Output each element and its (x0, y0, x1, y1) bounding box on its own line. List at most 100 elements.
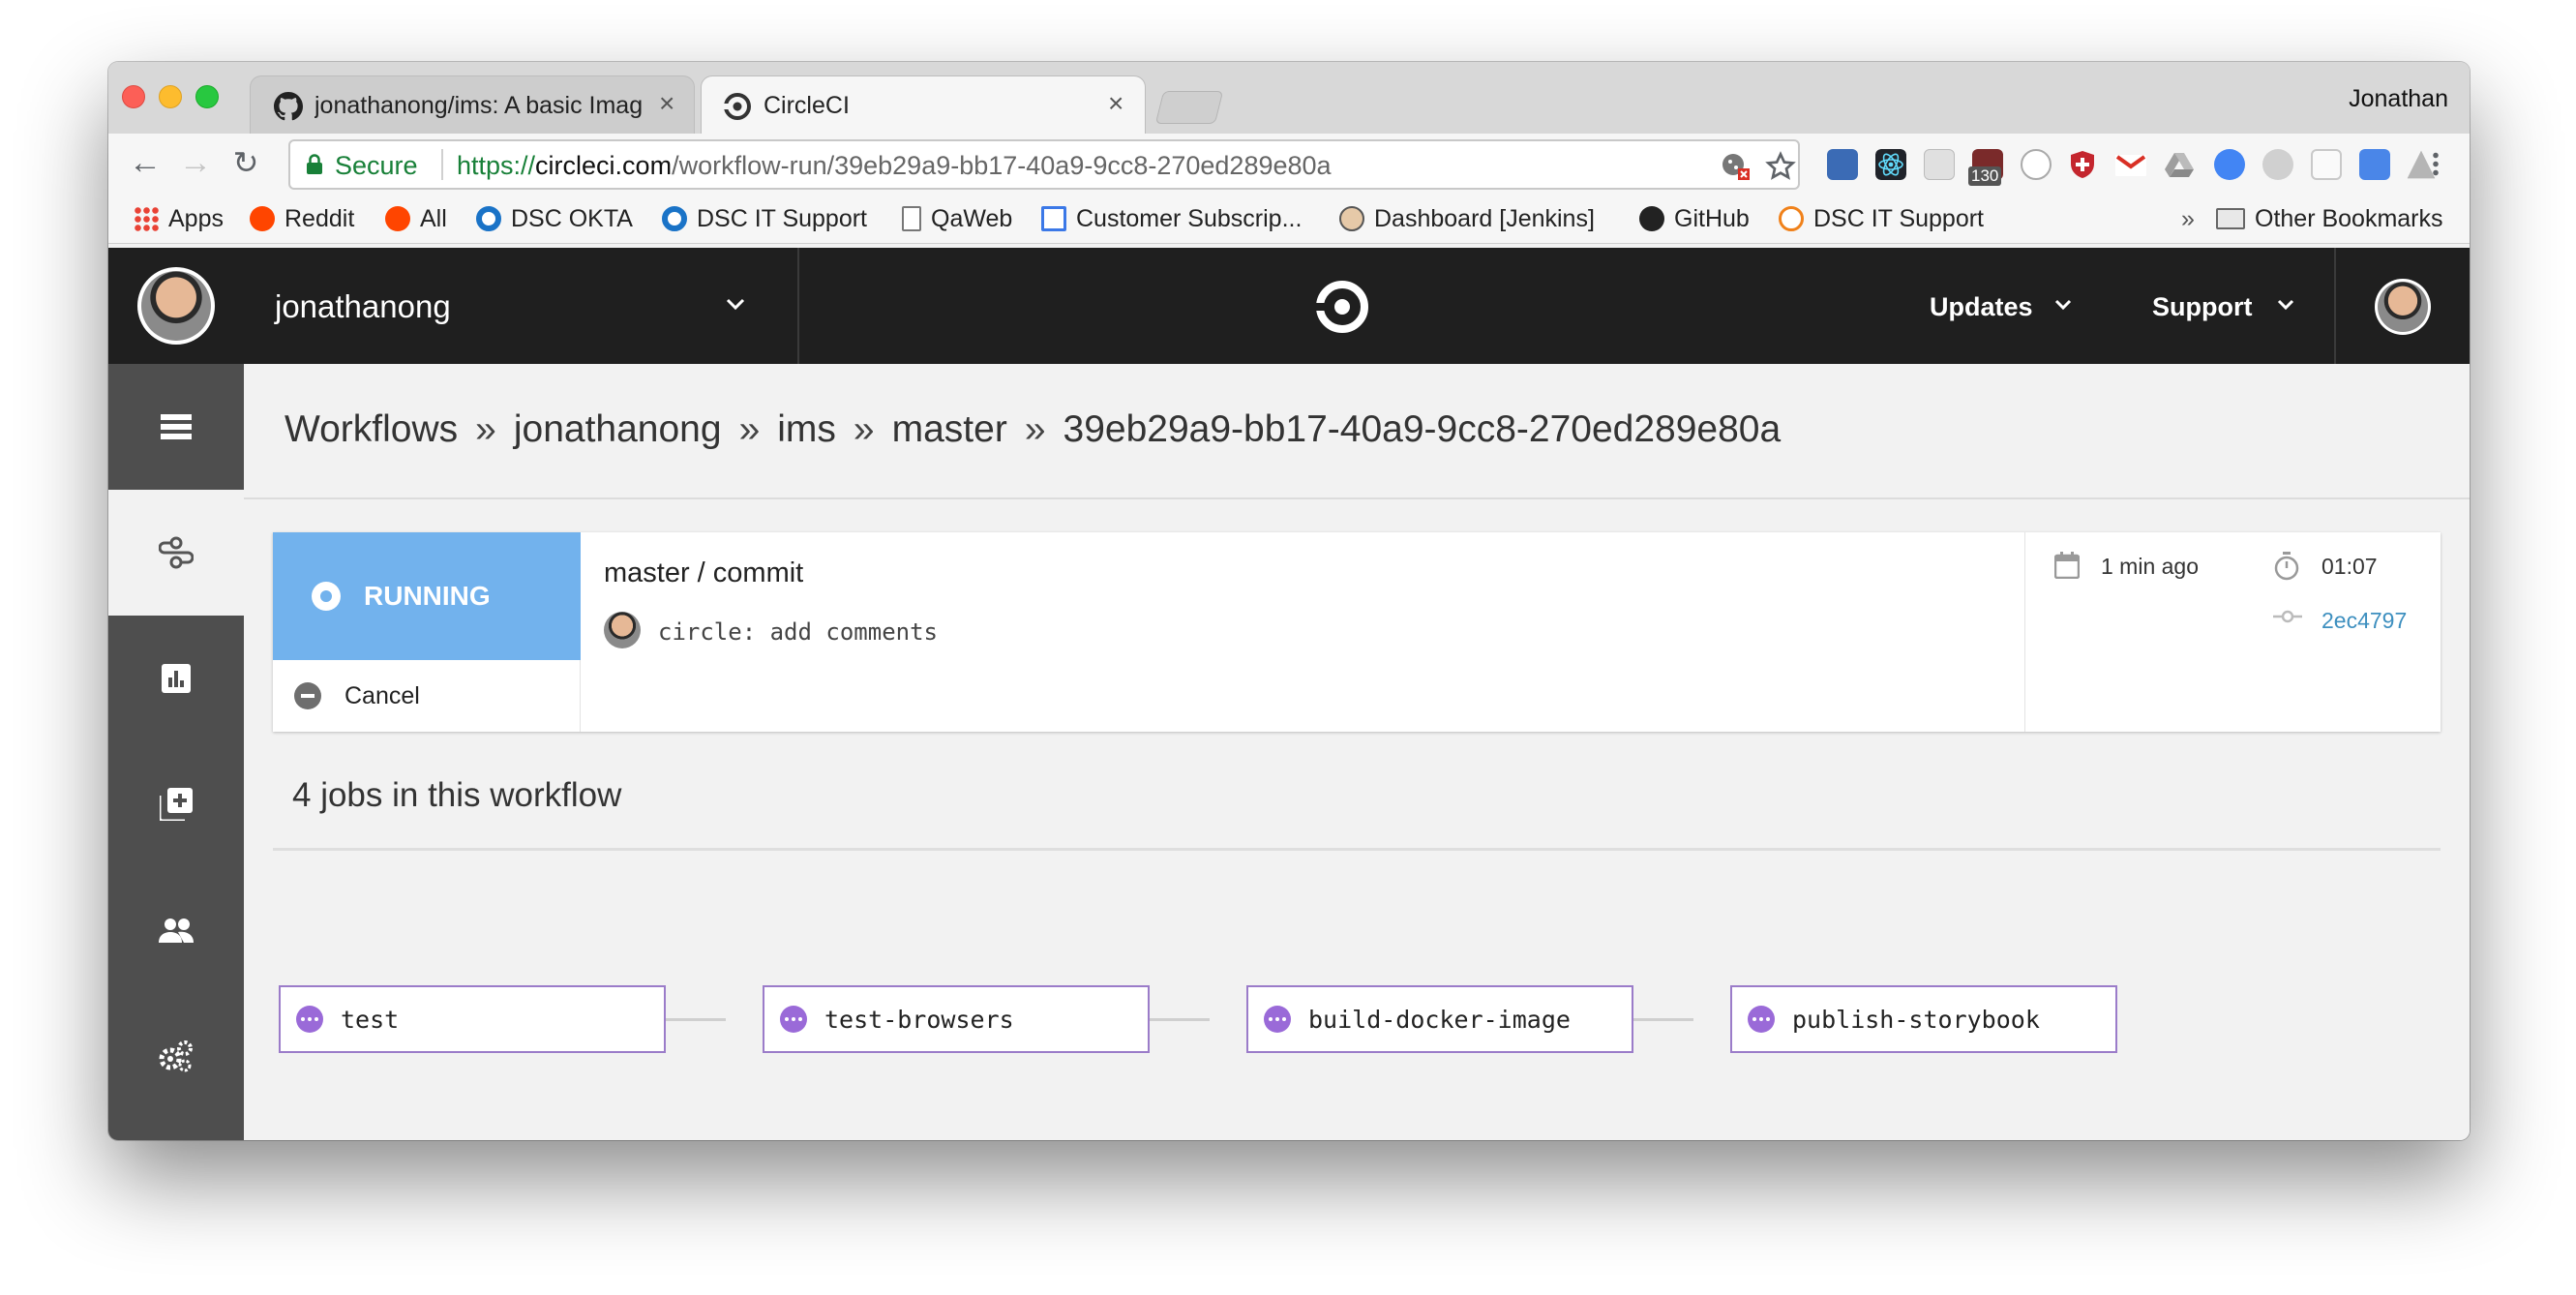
forward-arrow-icon[interactable]: → (176, 143, 215, 182)
extension-icon[interactable] (2359, 149, 2390, 180)
job-name: publish-storybook (1792, 1005, 2040, 1034)
json-extension-icon[interactable] (2021, 149, 2052, 180)
back-arrow-icon[interactable]: ← (126, 143, 165, 182)
bookmark-all[interactable]: All (385, 203, 447, 234)
commit-hash-link[interactable]: 2ec4797 (2321, 608, 2407, 634)
cookie-blocked-icon[interactable] (1721, 151, 1752, 182)
avatar (2378, 282, 2428, 332)
table-icon (1041, 206, 1066, 231)
extension-icon[interactable] (1924, 149, 1955, 180)
tab-title: CircleCI (764, 92, 850, 119)
close-window-button[interactable] (122, 85, 145, 108)
other-bookmarks[interactable]: Other Bookmarks (2216, 203, 2443, 234)
shield-extension-icon[interactable] (2067, 149, 2098, 180)
bookmark-github[interactable]: GitHub (1639, 203, 1750, 234)
sidebar-item-add-projects[interactable] (108, 741, 244, 867)
secure-label: Secure (335, 151, 418, 180)
tab-strip: jonathanong/ims: A basic Imag × CircleCI… (108, 62, 2470, 136)
download-extension-icon[interactable] (1827, 149, 1858, 180)
minimize-window-button[interactable] (159, 85, 182, 108)
browser-window: jonathanong/ims: A basic Imag × CircleCI… (108, 62, 2470, 1140)
status-badge[interactable]: RUNNING (273, 532, 581, 660)
tab-circleci[interactable]: CircleCI × (701, 75, 1146, 136)
job-publish-storybook[interactable]: publish-storybook (1730, 985, 2117, 1053)
breadcrumb-project[interactable]: ims (777, 408, 836, 450)
bookmark-jenkins[interactable]: Dashboard [Jenkins] (1339, 203, 1595, 234)
tracker-extension-icon[interactable]: 130 (1968, 149, 2003, 186)
divider (2334, 248, 2336, 364)
workflow-meta: 1 min ago 01:07 2ec4797 (2024, 532, 2441, 732)
avatar (141, 271, 211, 341)
branch-commit-link[interactable]: master / commit (604, 557, 803, 589)
bookmark-label: Customer Subscrip... (1076, 204, 1303, 232)
insights-chart-icon (162, 664, 191, 693)
support-menu[interactable]: Support (2152, 292, 2252, 322)
reddit-icon (250, 206, 275, 231)
close-tab-icon[interactable]: × (1108, 88, 1123, 119)
calendar-icon (2054, 552, 2080, 579)
extension-badge: 130 (1968, 166, 2002, 186)
bookmark-apps[interactable]: Apps (134, 203, 224, 234)
jobs-heading: 4 jobs in this workflow (292, 776, 622, 814)
chevron-down-icon[interactable] (2276, 298, 2295, 312)
browser-toolbar: ← → ↻ Secure https://circleci.com/workfl… (108, 134, 2470, 194)
browser-menu-icon[interactable] (2433, 151, 2439, 176)
chevron-down-icon[interactable] (2053, 298, 2073, 312)
breadcrumb-workflows[interactable]: Workflows (285, 408, 458, 450)
user-avatar[interactable] (2375, 279, 2431, 335)
sidebar-item-builds[interactable] (108, 364, 244, 490)
bookmark-label: All (420, 204, 447, 232)
sidebar-item-settings[interactable] (108, 993, 244, 1119)
breadcrumb: Workflows » jonathanong » ims » master » 39eb29a… (285, 408, 1781, 451)
bookmark-dsc-it-support[interactable]: DSC IT Support (662, 203, 867, 234)
bookmarks-overflow-button[interactable]: » (2181, 203, 2195, 234)
time-ago: 1 min ago (2101, 554, 2200, 579)
bookmark-dsc-okta[interactable]: DSC OKTA (476, 203, 633, 234)
chevron-down-icon[interactable] (724, 296, 747, 312)
extension-icon[interactable] (2214, 149, 2245, 180)
address-bar[interactable]: Secure https://circleci.com/workflow-run… (288, 139, 1800, 190)
breadcrumb-separator: » (738, 408, 761, 450)
job-test[interactable]: test (279, 985, 666, 1053)
tab-github[interactable]: jonathanong/ims: A basic Imag × (250, 75, 695, 136)
add-project-icon (160, 788, 193, 821)
sidebar-item-workflows[interactable] (108, 490, 244, 616)
bookmark-label: Other Bookmarks (2255, 204, 2443, 232)
breadcrumb-org[interactable]: jonathanong (514, 408, 722, 450)
sidebar-item-insights[interactable] (108, 616, 244, 741)
bookmark-customer-subscriptions[interactable]: Customer Subscrip... (1041, 203, 1302, 234)
org-avatar[interactable] (137, 267, 215, 345)
zoom-window-button[interactable] (195, 85, 219, 108)
sidebar-item-team[interactable] (108, 867, 244, 993)
job-name: test-browsers (824, 1005, 1014, 1034)
new-tab-button[interactable] (1154, 91, 1224, 124)
url-path: /workflow-run/39eb29a9-bb17-40a9-9cc8-27… (672, 151, 1332, 180)
bookmark-star-icon[interactable] (1765, 151, 1796, 182)
bookmark-qaweb[interactable]: QaWeb (902, 203, 1012, 234)
tab-title: jonathanong/ims: A basic Imag (315, 92, 644, 119)
extension-icon[interactable] (2262, 149, 2293, 180)
breadcrumb-branch[interactable]: master (892, 408, 1007, 450)
job-name: build-docker-image (1308, 1005, 1571, 1034)
drive-icon[interactable] (2164, 149, 2195, 180)
profile-name[interactable]: Jonathan (2349, 85, 2448, 113)
updates-menu[interactable]: Updates (1930, 292, 2033, 322)
breadcrumb-separator: » (853, 408, 875, 450)
org-name[interactable]: jonathanong (275, 288, 451, 325)
bookmark-label: Apps (168, 204, 224, 232)
okta-icon (476, 206, 501, 231)
react-devtools-icon[interactable] (1875, 149, 1906, 180)
bookmark-reddit[interactable]: Reddit (250, 203, 354, 234)
circleci-logo-icon[interactable] (1314, 279, 1370, 335)
url-text[interactable]: https://circleci.com/workflow-run/39eb29… (457, 151, 1332, 181)
tools-icon (1779, 206, 1804, 231)
close-tab-icon[interactable]: × (659, 88, 674, 119)
github-icon (1639, 206, 1664, 231)
cancel-button[interactable]: Cancel (273, 660, 581, 732)
bookmark-dsc-it-support-2[interactable]: DSC IT Support (1779, 203, 1984, 234)
reload-icon[interactable]: ↻ (226, 143, 265, 182)
gmail-icon[interactable] (2115, 149, 2146, 180)
job-build-docker-image[interactable]: build-docker-image (1246, 985, 1633, 1053)
extension-icon[interactable] (2311, 149, 2342, 180)
job-test-browsers[interactable]: test-browsers (763, 985, 1150, 1053)
